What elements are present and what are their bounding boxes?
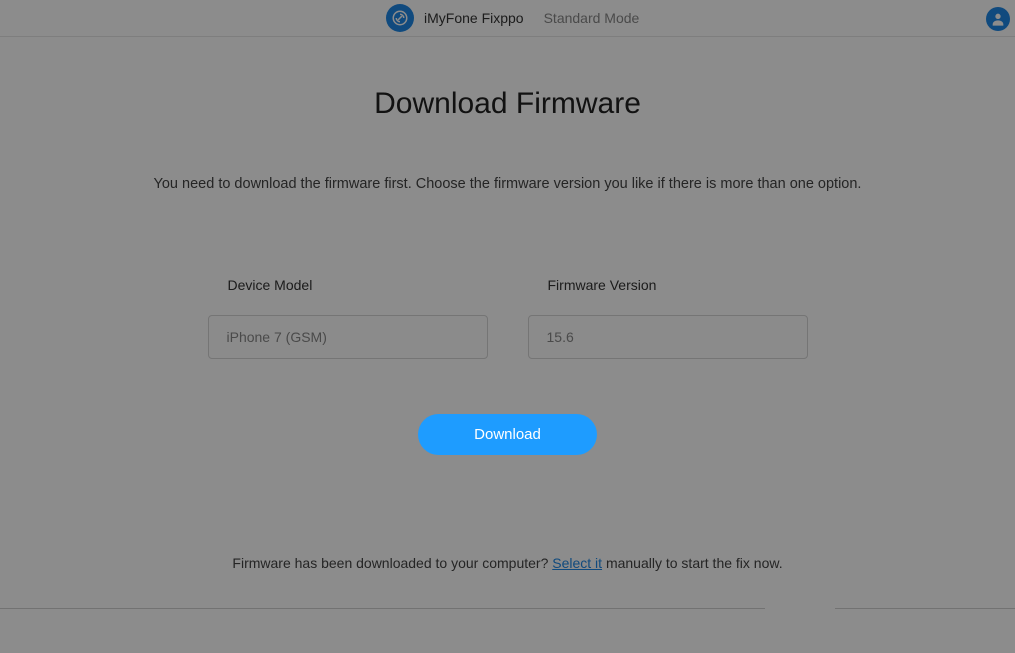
mode-label: Standard Mode [544, 10, 640, 26]
main-content: Download Firmware You need to download t… [0, 37, 1015, 621]
page-description: You need to download the firmware first.… [40, 176, 975, 192]
firmware-version-label: Firmware Version [548, 277, 808, 293]
account-icon[interactable] [986, 7, 1010, 31]
page-title: Download Firmware [40, 87, 975, 121]
footer-text: Firmware has been downloaded to your com… [40, 555, 975, 571]
firmware-version-value: 15.6 [547, 329, 574, 345]
firmware-version-group: Firmware Version 15.6 [528, 277, 808, 359]
download-button[interactable]: Download [418, 414, 597, 455]
app-logo-icon [386, 4, 414, 32]
device-model-value: iPhone 7 (GSM) [227, 329, 327, 345]
app-header: iMyFone Fixppo Standard Mode [0, 0, 1015, 37]
bottom-divider [0, 608, 1015, 609]
footer-suffix: manually to start the fix now. [602, 555, 783, 571]
firmware-version-select[interactable]: 15.6 [528, 315, 808, 359]
device-model-group: Device Model iPhone 7 (GSM) [208, 277, 488, 359]
form-row: Device Model iPhone 7 (GSM) Firmware Ver… [40, 277, 975, 359]
footer-prefix: Firmware has been downloaded to your com… [232, 555, 552, 571]
divider-gap [765, 607, 835, 610]
app-name: iMyFone Fixppo [424, 10, 524, 26]
device-model-label: Device Model [228, 277, 488, 293]
device-model-select[interactable]: iPhone 7 (GSM) [208, 315, 488, 359]
logo-area: iMyFone Fixppo Standard Mode [386, 4, 639, 32]
select-firmware-link[interactable]: Select it [552, 555, 602, 571]
